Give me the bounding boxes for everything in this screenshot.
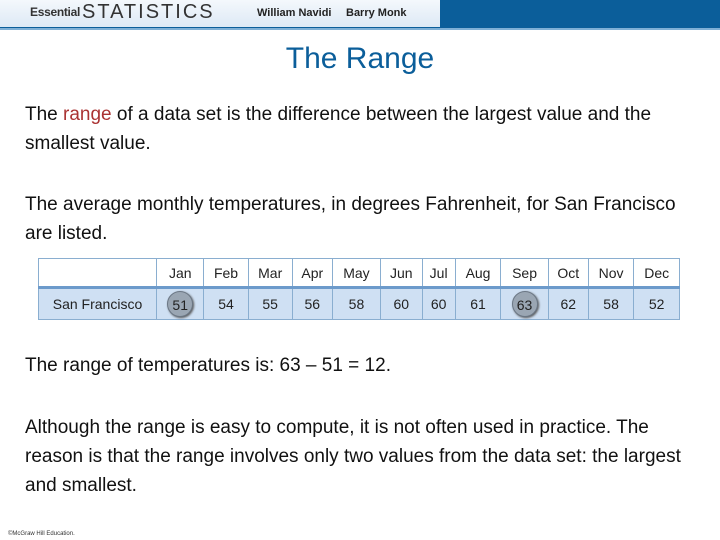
month-header: Nov <box>587 258 635 288</box>
data-row: San Francisco 51 54 55 56 58 60 60 61 63 62 58 52 <box>38 286 680 320</box>
month-header: Jul <box>421 258 456 288</box>
intro-paragraph: The average monthly temperatures, in deg… <box>25 194 676 244</box>
temperature-cell: 58 <box>331 286 382 320</box>
month-header: Feb <box>203 258 249 288</box>
temperature-cell: 56 <box>291 286 333 320</box>
definition-paragraph: The range of a data set is the differenc… <box>25 100 695 158</box>
note-paragraph: Although the range is easy to compute, i… <box>25 417 681 496</box>
header-row: Jan Feb Mar Apr May Jun Jul Aug Sep Oct Nov Dec <box>38 258 680 288</box>
temperature-cell: 52 <box>633 286 680 320</box>
temperature-cell: 54 <box>203 286 249 320</box>
header-bar: Essential STATISTICS William Navidi Barr… <box>0 0 720 28</box>
text: The <box>25 104 64 125</box>
month-header: Jan <box>155 258 205 288</box>
term-range: range <box>63 104 112 125</box>
book-logo: Essential STATISTICS William Navidi Barr… <box>0 0 440 27</box>
temperature-cell: 63 <box>500 286 549 320</box>
temperature-cell: 60 <box>380 286 423 320</box>
result-paragraph: The range of temperatures is: 63 – 51 = … <box>25 355 391 376</box>
author-1: William Navidi <box>257 7 332 19</box>
slide-title: The Range <box>285 42 435 75</box>
author-2: Barry Monk <box>346 7 407 19</box>
month-header: Sep <box>500 258 549 288</box>
month-header: Jun <box>380 258 423 288</box>
copyright: ©McGraw Hill Education. <box>8 531 75 537</box>
month-header: Apr <box>291 258 333 288</box>
month-header: Oct <box>547 258 589 288</box>
temperature-cell: 58 <box>587 286 635 320</box>
month-header: Mar <box>247 258 293 288</box>
temperature-cell: 62 <box>547 286 589 320</box>
brand-small: Essential <box>30 5 80 19</box>
circled-value: 51 <box>167 291 194 317</box>
row-label: San Francisco <box>38 286 157 320</box>
temperature-cell: 55 <box>247 286 293 320</box>
empty-cell <box>38 258 157 288</box>
brand-large: STATISTICS <box>82 1 215 23</box>
temperature-table: Jan Feb Mar Apr May Jun Jul Aug Sep Oct Nov Dec San… <box>38 258 680 320</box>
temperature-cell: 60 <box>421 286 456 320</box>
month-header: Aug <box>454 258 502 288</box>
month-header: May <box>331 258 382 288</box>
header-divider <box>0 28 720 30</box>
circled-value: 63 <box>511 291 538 317</box>
text: of a data set is the difference between … <box>25 104 652 154</box>
temperature-cell: 51 <box>155 286 205 320</box>
month-header: Dec <box>633 258 680 288</box>
temperature-cell: 61 <box>454 286 502 320</box>
